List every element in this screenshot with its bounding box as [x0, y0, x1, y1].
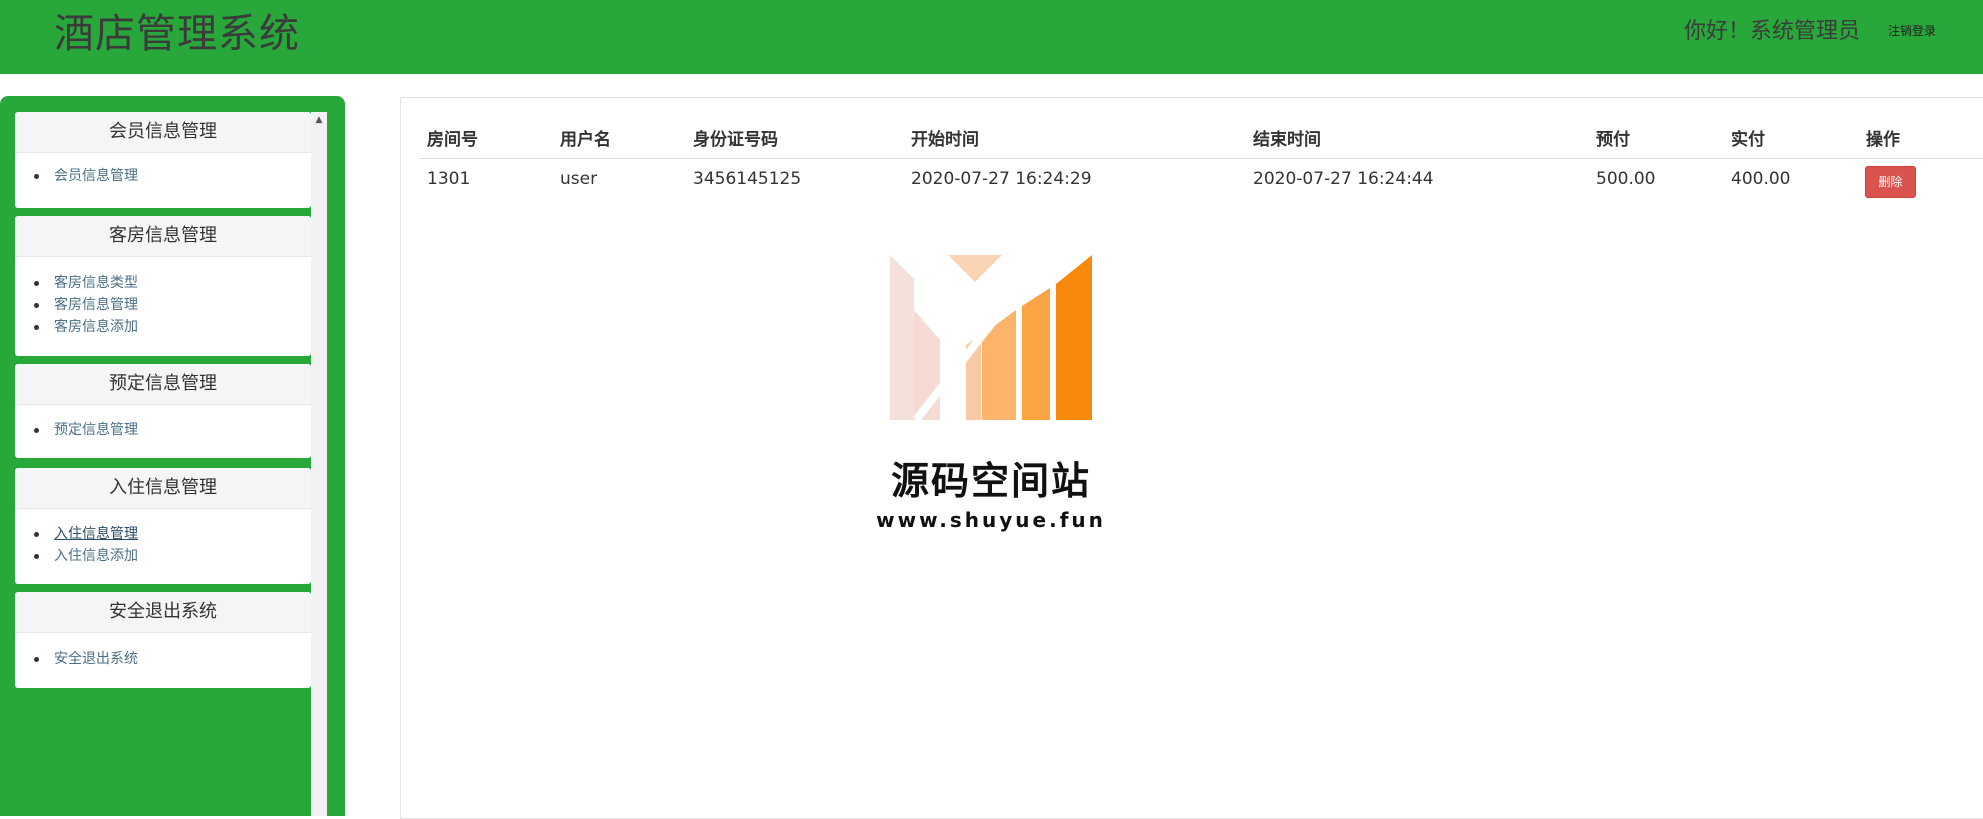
sidebar-panel-title: 客房信息管理: [15, 216, 311, 257]
sidebar-item-room-add[interactable]: 客房信息添加: [15, 316, 311, 338]
sidebar-panel-room: 客房信息管理 客房信息类型 客房信息管理 客房信息添加: [15, 216, 311, 356]
top-header: 酒店管理系统 你好！系统管理员 注销登录: [0, 0, 1983, 74]
sidebar-item-exit[interactable]: 安全退出系统: [15, 648, 311, 670]
sidebar-panel-title: 会员信息管理: [15, 112, 311, 153]
sidebar-panel-title: 预定信息管理: [15, 364, 311, 405]
scroll-up-icon[interactable]: ▲: [311, 112, 327, 128]
col-header-action: 操作: [1866, 130, 1900, 150]
sidebar-panel-booking: 预定信息管理 预定信息管理: [15, 364, 311, 458]
sidebar-panel-member: 会员信息管理 会员信息管理: [15, 112, 311, 208]
sidebar-item-checkin-manage[interactable]: 入住信息管理: [15, 523, 311, 545]
sidebar-item-room-type[interactable]: 客房信息类型: [15, 272, 311, 294]
watermark-name: 源码空间站: [890, 459, 1091, 503]
col-header-user: 用户名: [560, 130, 611, 150]
delete-button[interactable]: 删除: [1865, 166, 1916, 198]
watermark-url: www.shuyue.fun: [876, 508, 1106, 532]
cell-paid: 400.00: [1731, 169, 1791, 189]
sidebar-item-checkin-add[interactable]: 入住信息添加: [15, 545, 311, 567]
cell-prepaid: 500.00: [1596, 169, 1656, 189]
sidebar-item-booking-manage[interactable]: 预定信息管理: [15, 419, 311, 441]
sidebar-panel-checkin: 入住信息管理 入住信息管理 入住信息添加: [15, 468, 311, 584]
col-header-prepaid: 预付: [1596, 130, 1630, 150]
watermark: 源码空间站 www.shuyue.fun: [876, 250, 1106, 540]
sidebar-scrollbar[interactable]: ▲: [311, 112, 327, 816]
app-title: 酒店管理系统: [54, 11, 300, 57]
sidebar-panel-exit: 安全退出系统 安全退出系统: [15, 592, 311, 688]
main-content: 房间号 用户名 身份证号码 开始时间 结束时间 预付 实付 操作 1301 us…: [400, 97, 1983, 819]
sidebar-panel-title: 入住信息管理: [15, 468, 311, 509]
cell-end-time: 2020-07-27 16:24:44: [1253, 169, 1434, 189]
cell-room: 1301: [427, 169, 471, 189]
logout-link[interactable]: 注销登录: [1888, 22, 1936, 40]
sidebar-panel-title: 安全退出系统: [15, 592, 311, 633]
cell-user: user: [560, 169, 598, 189]
col-header-paid: 实付: [1731, 130, 1765, 150]
watermark-logo-icon: [890, 255, 1092, 423]
sidebar: 会员信息管理 会员信息管理 客房信息管理 客房信息类型 客房信息管理 客房信息添…: [0, 96, 345, 816]
sidebar-item-member-manage[interactable]: 会员信息管理: [15, 165, 311, 187]
sidebar-item-room-manage[interactable]: 客房信息管理: [15, 294, 311, 316]
cell-id-number: 3456145125: [693, 169, 802, 189]
col-header-room: 房间号: [427, 130, 478, 150]
col-header-start-time: 开始时间: [911, 130, 979, 150]
col-header-id-number: 身份证号码: [693, 130, 778, 150]
cell-start-time: 2020-07-27 16:24:29: [911, 169, 1092, 189]
user-greeting: 你好！系统管理员: [1684, 19, 1861, 44]
table-header-divider: [419, 158, 1983, 159]
col-header-end-time: 结束时间: [1253, 130, 1321, 150]
